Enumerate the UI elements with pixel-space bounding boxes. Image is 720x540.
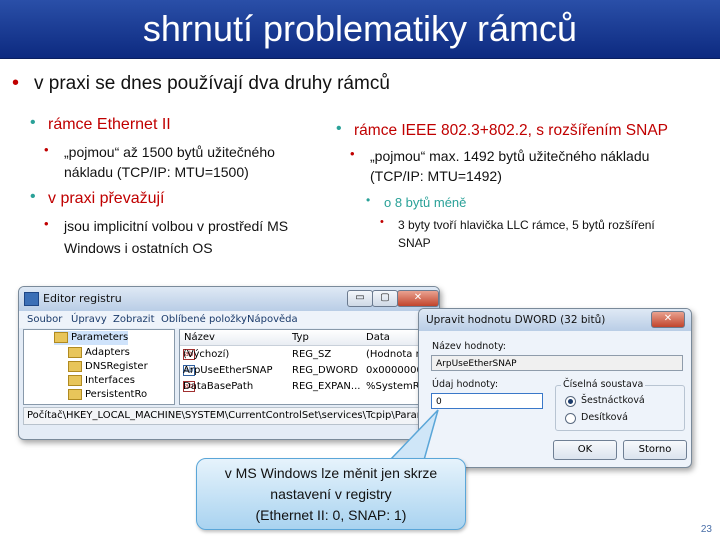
page-number: 23 xyxy=(700,524,712,535)
callout-box: v MS Windows lze měnit jen skrze nastave… xyxy=(196,458,466,530)
callout-line-1: v MS Windows lze měnit jen skrze xyxy=(224,465,438,481)
callout-line-2: nastavení v registry xyxy=(270,486,392,502)
callout-line-3: (Ethernet II: 0, SNAP: 1) xyxy=(255,507,407,523)
